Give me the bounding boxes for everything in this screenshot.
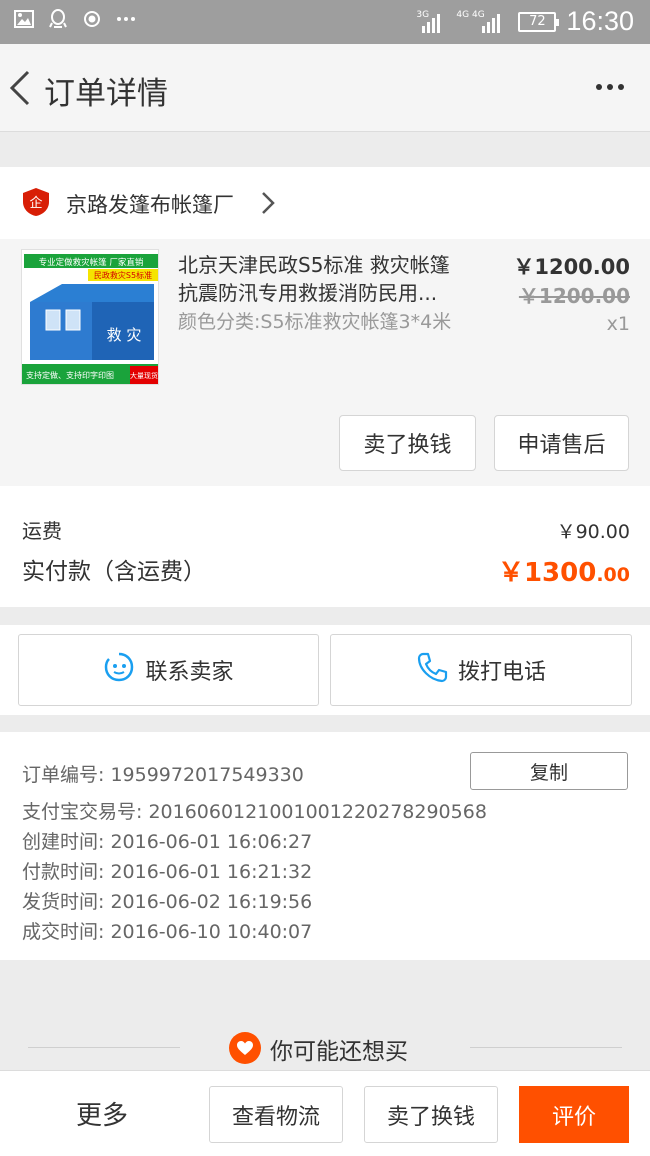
product-price: ￥1200.00 — [513, 255, 630, 279]
more-icon[interactable] — [596, 84, 624, 90]
product-title-line2: 抗震防汛专用救援消防民用... — [178, 281, 438, 305]
status-bar: 3G 4G 4G 72 16:30 — [0, 0, 650, 44]
rate-button[interactable]: 评价 — [519, 1086, 629, 1143]
paid-amount-dec: .00 — [596, 564, 630, 586]
product-quantity: x1 — [606, 313, 630, 335]
alipay-trade-number: 支付宝交易号: 2016060121001001220278290568 — [22, 801, 487, 823]
enterprise-badge-text: 企 — [29, 195, 42, 211]
paid-time: 付款时间: 2016-06-01 16:21:32 — [22, 861, 313, 883]
paid-label: 实付款（含运费） — [22, 559, 206, 585]
image-footer: 支持定做、支持印字印图 — [26, 370, 114, 380]
divider-line — [470, 1047, 622, 1048]
nav-bar: 订单详情 — [0, 44, 650, 132]
order-number: 订单编号: 1959972017549330 — [22, 764, 304, 786]
record-icon — [82, 9, 102, 29]
call-phone-button[interactable]: 拨打电话 — [330, 634, 632, 706]
signal-sim1-icon: 3G — [416, 10, 446, 33]
divider-line — [28, 1047, 180, 1048]
image-subbanner: 民政救灾S5标准 — [94, 270, 152, 280]
product-title-line1: 北京天津民政S5标准 救灾帐篷 — [178, 253, 450, 277]
bottom-action-bar: 更多 查看物流 卖了换钱 评价 — [0, 1070, 650, 1156]
product-sku: 颜色分类:S5标准救灾帐篷3*4米 — [178, 311, 452, 333]
sell-for-cash-bottom-button[interactable]: 卖了换钱 — [364, 1086, 498, 1143]
shop-name[interactable]: 京路发篷布帐篷厂 — [66, 189, 234, 219]
signal-sim2-icon: 4G 4G — [456, 10, 508, 33]
contact-bar: 联系卖家 拨打电话 — [0, 625, 650, 715]
shop-row[interactable]: 企 京路发篷布帐篷厂 — [0, 167, 650, 239]
chat-icon — [103, 651, 135, 689]
contact-seller-button[interactable]: 联系卖家 — [18, 634, 319, 706]
apply-aftersale-button[interactable]: 申请售后 — [494, 415, 629, 471]
image-side-text: 救 灾 — [107, 326, 142, 344]
completed-time: 成交时间: 2016-06-10 10:40:07 — [22, 921, 313, 943]
order-totals: 运费 ￥90.00 实付款（含运费） ￥1300.00 — [0, 486, 650, 607]
phone-icon — [416, 651, 448, 689]
image-tag: 大量现货 — [130, 371, 158, 380]
view-logistics-button[interactable]: 查看物流 — [209, 1086, 343, 1143]
sell-for-cash-button[interactable]: 卖了换钱 — [339, 415, 476, 471]
call-phone-label: 拨打电话 — [457, 660, 546, 685]
recommend-title: 你可能还想买 — [270, 1039, 408, 1065]
created-time: 创建时间: 2016-06-01 16:06:27 — [22, 831, 313, 853]
battery-icon: 72 — [518, 11, 560, 32]
qq-icon — [48, 9, 68, 29]
more-button[interactable]: 更多 — [76, 1095, 128, 1132]
product-original-price: ￥1200.00 — [518, 284, 630, 308]
contact-seller-label: 联系卖家 — [145, 660, 234, 685]
clock: 16:30 — [566, 6, 634, 36]
recommend-divider: 你可能还想买 — [28, 1025, 622, 1065]
image-banner: 专业定做救灾帐篷 厂家直销 — [39, 257, 144, 268]
product-item[interactable]: 专业定做救灾帐篷 厂家直销 民政救灾S5标准 救 灾 支持定做、支持印字印图 大… — [0, 239, 650, 486]
product-image[interactable]: 专业定做救灾帐篷 厂家直销 民政救灾S5标准 救 灾 支持定做、支持印字印图 大… — [21, 249, 159, 385]
copy-button[interactable]: 复制 — [470, 752, 628, 790]
enterprise-shield-icon: 企 — [22, 187, 50, 217]
ellipsis-icon — [116, 9, 136, 29]
paid-amount: ￥1300.00 — [498, 552, 630, 589]
shipped-time: 发货时间: 2016-06-02 16:19:56 — [22, 891, 313, 913]
page-title: 订单详情 — [44, 76, 168, 112]
back-icon[interactable] — [6, 68, 36, 108]
image-icon — [14, 9, 34, 29]
order-info: 订单编号: 1959972017549330 复制 支付宝交易号: 201606… — [0, 732, 650, 960]
chevron-right-icon[interactable] — [260, 189, 276, 217]
battery-level: 72 — [529, 14, 546, 29]
shipping-value: ￥90.00 — [556, 521, 630, 543]
heart-icon — [229, 1032, 261, 1064]
product-title[interactable]: 北京天津民政S5标准 救灾帐篷 抗震防汛专用救援消防民用... — [178, 251, 478, 307]
shipping-label: 运费 — [22, 519, 62, 543]
paid-amount-int: ￥1300 — [497, 558, 597, 588]
